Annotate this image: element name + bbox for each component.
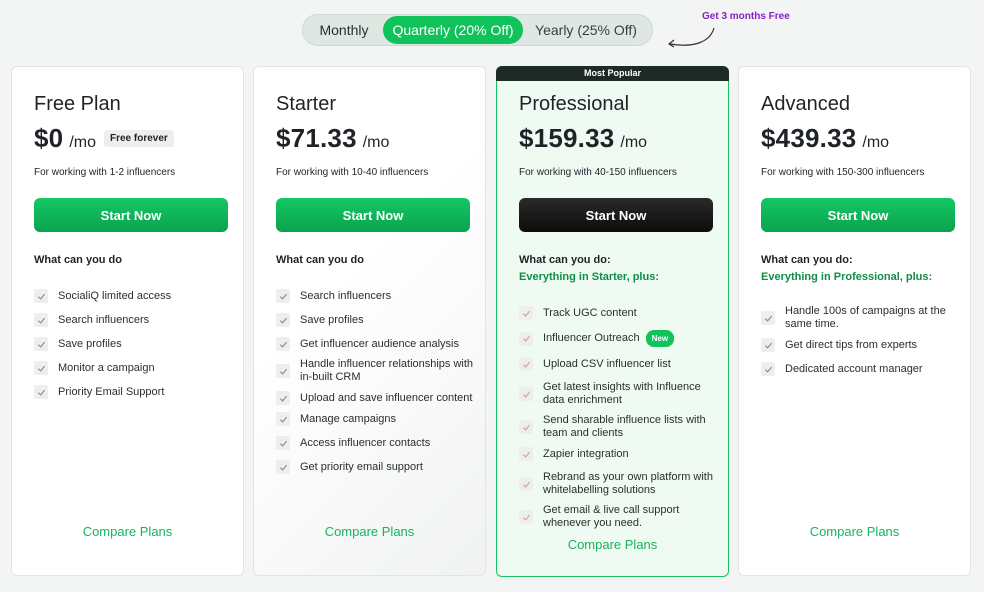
features-heading: What can you do: (519, 254, 611, 266)
feature-item: Monitor a campaign (34, 361, 235, 375)
check-icon (519, 387, 533, 401)
check-icon (276, 412, 290, 426)
features-subheading: Everything in Starter, plus: (519, 271, 659, 283)
check-icon (519, 357, 533, 371)
price-row: $439.33 /mo (761, 123, 889, 154)
price-period: /mo (69, 134, 96, 151)
check-icon (276, 436, 290, 450)
check-icon (519, 447, 533, 461)
check-icon (34, 289, 48, 303)
check-icon (761, 362, 775, 376)
most-popular-banner: Most Popular (496, 66, 729, 81)
start-now-button[interactable]: Start Now (34, 198, 228, 232)
feature-item: Priority Email Support (34, 385, 235, 399)
plan-description: For working with 10-40 influencers (276, 167, 429, 178)
start-now-button[interactable]: Start Now (519, 198, 713, 232)
feature-item: Upload and save influencer content (276, 391, 477, 405)
check-icon (276, 337, 290, 351)
check-icon (276, 391, 290, 405)
feature-item: Track UGC content (519, 306, 720, 320)
feature-item: Manage campaigns (276, 412, 477, 426)
promo-label: Get 3 months Free (702, 11, 790, 22)
feature-item: Save profiles (34, 337, 235, 351)
price-row: $0 /mo Free forever (34, 123, 174, 154)
plan-name: Professional (519, 93, 630, 115)
feature-item: Handle 100s of campaigns at the same tim… (761, 305, 962, 331)
toggle-yearly[interactable]: Yearly (25% Off) (523, 16, 649, 44)
check-icon (34, 361, 48, 375)
compare-plans-link[interactable]: Compare Plans (739, 524, 970, 539)
feature-item: Send sharable influence lists with team … (519, 414, 720, 440)
features-heading: What can you do (276, 254, 364, 266)
plan-price: $71.33 (276, 123, 357, 153)
billing-toggle: Monthly Quarterly (20% Off) Yearly (25% … (302, 14, 653, 46)
feature-item: Search influencers (34, 313, 235, 327)
check-icon (519, 510, 533, 524)
price-period: /mo (862, 134, 890, 151)
feature-item: Rebrand as your own platform with whitel… (519, 471, 720, 497)
plan-name: Starter (276, 93, 337, 115)
check-icon (276, 460, 290, 474)
plan-description: For working with 1-2 influencers (34, 167, 176, 178)
check-icon (34, 337, 48, 351)
check-icon (519, 420, 533, 434)
features-subheading: Everything in Professional, plus: (761, 271, 933, 283)
plan-name: Advanced (761, 93, 850, 115)
plan-description: For working with 40-150 influencers (519, 167, 677, 178)
compare-plans-link[interactable]: Compare Plans (254, 524, 485, 539)
check-icon (34, 313, 48, 327)
feature-item: Handle influencer relationships with in-… (276, 358, 477, 384)
curved-arrow-icon (667, 27, 715, 48)
feature-item: Get direct tips from experts (761, 338, 962, 352)
free-forever-badge: Free forever (104, 130, 174, 147)
plan-price: $0 (34, 123, 64, 153)
check-icon (276, 313, 290, 327)
check-icon (761, 311, 775, 325)
feature-item: Save profiles (276, 313, 477, 327)
price-row: $71.33 /mo (276, 123, 389, 154)
toggle-monthly[interactable]: Monthly (305, 16, 383, 44)
check-icon (276, 364, 290, 378)
plan-price: $439.33 (761, 123, 857, 153)
compare-plans-link[interactable]: Compare Plans (497, 537, 728, 552)
check-icon (519, 477, 533, 491)
toggle-quarterly[interactable]: Quarterly (20% Off) (383, 16, 523, 44)
new-badge: New (645, 330, 675, 347)
feature-item: Get latest insights with Influence data … (519, 381, 720, 407)
plan-card-free: Free Plan $0 /mo Free forever For workin… (11, 66, 244, 576)
features-heading: What can you do: (761, 254, 853, 266)
plan-card-starter: Starter $71.33 /mo For working with 10-4… (253, 66, 486, 576)
feature-item: Zapier integration (519, 447, 720, 461)
start-now-button[interactable]: Start Now (761, 198, 955, 232)
feature-list: Handle 100s of campaigns at the same tim… (761, 305, 962, 386)
feature-list: SocialiQ limited access Search influence… (34, 289, 235, 409)
check-icon (34, 385, 48, 399)
feature-item: Get priority email support (276, 460, 477, 474)
price-row: $159.33 /mo (519, 123, 647, 154)
plan-card-advanced: Advanced $439.33 /mo For working with 15… (738, 66, 971, 576)
check-icon (519, 331, 533, 346)
plan-name: Free Plan (34, 93, 121, 115)
plan-card-professional: Most Popular Professional $159.33 /mo Fo… (496, 66, 729, 577)
feature-list: Track UGC content Influencer Outreach New… (519, 306, 720, 537)
price-period: /mo (362, 134, 390, 151)
feature-item: Upload CSV influencer list (519, 357, 720, 371)
feature-item: Dedicated account manager (761, 362, 962, 376)
start-now-button[interactable]: Start Now (276, 198, 470, 232)
feature-list: Search influencers Save profiles Get inf… (276, 289, 477, 484)
feature-item: Access influencer contacts (276, 436, 477, 450)
check-icon (519, 306, 533, 320)
check-icon (761, 338, 775, 352)
price-period: /mo (620, 134, 648, 151)
feature-item: Search influencers (276, 289, 477, 303)
feature-item: Influencer Outreach New (519, 330, 720, 347)
plan-description: For working with 150-300 influencers (761, 167, 925, 178)
check-icon (276, 289, 290, 303)
plan-price: $159.33 (519, 123, 615, 153)
feature-item: SocialiQ limited access (34, 289, 235, 303)
feature-item: Get influencer audience analysis (276, 337, 477, 351)
feature-item: Get email & live call support whenever y… (519, 504, 720, 530)
compare-plans-link[interactable]: Compare Plans (12, 524, 243, 539)
features-heading: What can you do (34, 254, 122, 266)
